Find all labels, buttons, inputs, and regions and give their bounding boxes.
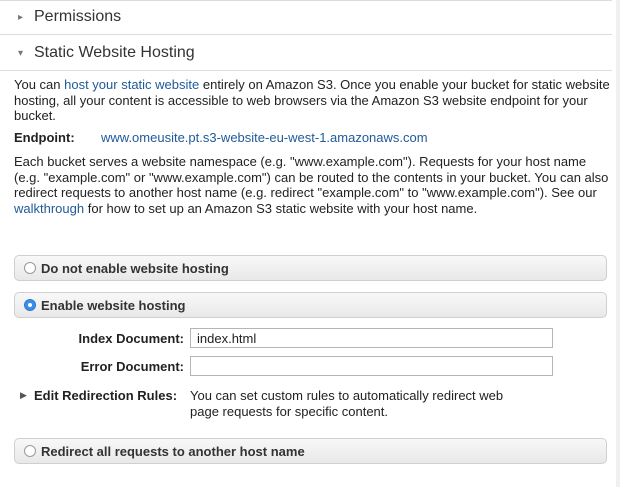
disable-hosting-label: Do not enable website hosting: [41, 260, 229, 276]
namespace-text-pre: Each bucket serves a website namespace (…: [14, 154, 609, 200]
expand-arrow-icon[interactable]: ▶: [20, 390, 27, 401]
redirect-all-radio[interactable]: [24, 445, 36, 457]
disable-hosting-radio[interactable]: [24, 262, 36, 274]
intro-paragraph: You can host your static website entirel…: [14, 77, 610, 124]
collapsed-arrow-icon: ▸: [18, 11, 24, 23]
redirection-rules-description: You can set custom rules to automaticall…: [190, 388, 504, 419]
redirect-all-label: Redirect all requests to another host na…: [41, 443, 305, 459]
walkthrough-link[interactable]: walkthrough: [14, 201, 84, 216]
endpoint-url-link[interactable]: www.omeusite.pt.s3-website-eu-west-1.ama…: [101, 130, 428, 145]
enable-hosting-option[interactable]: Enable website hosting: [14, 292, 607, 318]
redirect-all-option[interactable]: Redirect all requests to another host na…: [14, 438, 607, 464]
enable-hosting-label: Enable website hosting: [41, 297, 186, 313]
namespace-text-post: for how to set up an Amazon S3 static we…: [84, 200, 478, 216]
expanded-arrow-icon: ▾: [18, 47, 24, 59]
section-divider: [0, 70, 612, 71]
error-document-label: Error Document:: [80, 359, 184, 374]
section-divider: [0, 34, 612, 35]
scrollbar-track[interactable]: [616, 0, 620, 487]
edit-redirection-rules-toggle[interactable]: Edit Redirection Rules:: [34, 388, 177, 403]
index-document-label: Index Document:: [78, 331, 184, 346]
static-hosting-section-header[interactable]: ▾ Static Website Hosting: [0, 36, 612, 70]
host-static-website-link[interactable]: host your static website: [64, 77, 199, 92]
permissions-title: Permissions: [34, 8, 122, 25]
error-document-input[interactable]: [190, 356, 553, 376]
index-document-input[interactable]: [190, 328, 553, 348]
enable-hosting-radio[interactable]: [24, 299, 36, 311]
disable-hosting-option[interactable]: Do not enable website hosting: [14, 255, 607, 281]
permissions-section-header[interactable]: ▸ Permissions: [0, 0, 612, 34]
namespace-paragraph: Each bucket serves a website namespace (…: [14, 154, 610, 216]
intro-text-pre: You can: [14, 77, 65, 92]
endpoint-label: Endpoint:: [14, 130, 75, 145]
static-hosting-title: Static Website Hosting: [34, 44, 195, 61]
